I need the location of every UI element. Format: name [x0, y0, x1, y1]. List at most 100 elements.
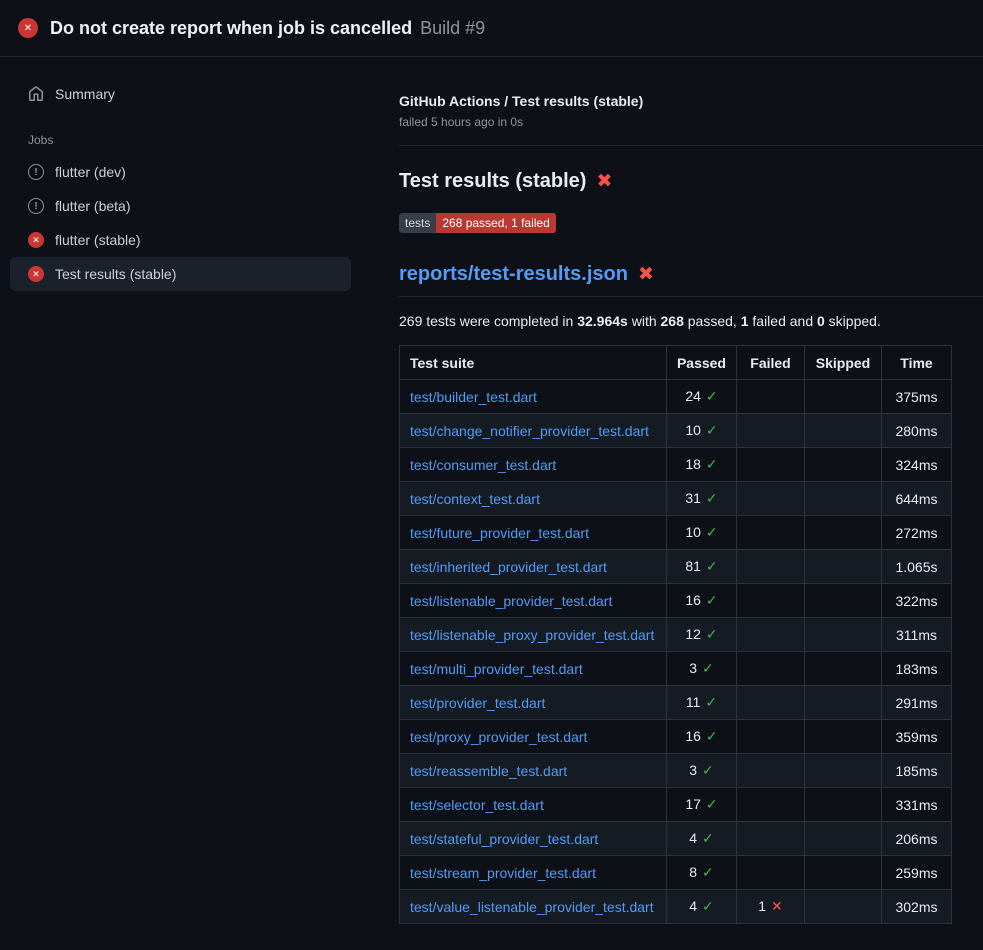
sidebar-item-flutter-dev[interactable]: ! flutter (dev) [10, 155, 351, 189]
section-title-text: Test results (stable) [399, 170, 586, 193]
test-suite-cell: test/future_provider_test.dart [400, 516, 667, 550]
failed-cell [737, 856, 805, 890]
test-suite-link[interactable]: test/change_notifier_provider_test.dart [410, 423, 649, 439]
test-suite-link[interactable]: test/consumer_test.dart [410, 457, 556, 473]
check-icon: ✓ [706, 558, 718, 574]
time-cell: 206ms [882, 822, 952, 856]
test-suite-link[interactable]: test/context_test.dart [410, 491, 540, 507]
failed-cell [737, 754, 805, 788]
report-title: reports/test-results.json ✖ [399, 263, 983, 297]
report-link[interactable]: reports/test-results.json [399, 263, 628, 286]
sidebar-item-label: flutter (dev) [55, 164, 126, 180]
table-row: test/stream_provider_test.dart8✓259ms [400, 856, 952, 890]
passed-cell-value: 17 [685, 796, 701, 812]
passed-cell: 10✓ [666, 516, 736, 550]
divider [399, 145, 983, 146]
column-header-test-suite: Test suite [400, 346, 667, 380]
main-content: GitHub Actions / Test results (stable) f… [399, 57, 983, 924]
table-row: test/proxy_provider_test.dart16✓359ms [400, 720, 952, 754]
failed-cell [737, 414, 805, 448]
check-icon: ✓ [706, 728, 718, 744]
test-suite-cell: test/multi_provider_test.dart [400, 652, 667, 686]
x-icon: ✖ [638, 265, 654, 284]
sidebar: Summary Jobs ! flutter (dev) ! flutter (… [0, 57, 399, 291]
sidebar-item-flutter-stable[interactable]: ✕ flutter (stable) [10, 223, 351, 257]
passed-cell: 11✓ [666, 686, 736, 720]
test-suite-link[interactable]: test/listenable_provider_test.dart [410, 593, 612, 609]
test-suite-link[interactable]: test/stateful_provider_test.dart [410, 831, 598, 847]
test-suite-cell: test/inherited_provider_test.dart [400, 550, 667, 584]
passed-cell: 16 ✓ [666, 720, 736, 754]
passed-cell: 4✓ [666, 822, 736, 856]
test-suite-link[interactable]: test/stream_provider_test.dart [410, 865, 596, 881]
test-suite-cell: test/context_test.dart [400, 482, 667, 516]
sidebar-item-flutter-beta[interactable]: ! flutter (beta) [10, 189, 351, 223]
jobs-heading: Jobs [28, 133, 351, 147]
summary-text: with [628, 313, 661, 329]
column-header-skipped: Skipped [805, 346, 882, 380]
table-header-row: Test suite Passed Failed Skipped Time [400, 346, 952, 380]
summary-text: skipped. [825, 313, 881, 329]
table-row: test/change_notifier_provider_test.dart1… [400, 414, 952, 448]
time-cell: 185ms [882, 754, 952, 788]
failed-cell [737, 822, 805, 856]
passed-cell: 31✓ [666, 482, 736, 516]
check-icon: ✓ [706, 422, 718, 438]
table-row: test/selector_test.dart17✓331ms [400, 788, 952, 822]
test-suite-link[interactable]: test/multi_provider_test.dart [410, 661, 583, 677]
test-suite-link[interactable]: test/listenable_proxy_provider_test.dart [410, 627, 654, 643]
time-cell: 644ms [882, 482, 952, 516]
test-suite-cell: test/change_notifier_provider_test.dart [400, 414, 667, 448]
time-cell: 331ms [882, 788, 952, 822]
passed-cell-value: 4 [689, 898, 697, 914]
run-status-text: failed 5 hours ago in 0s [399, 115, 952, 129]
passed-cell: 8✓ [666, 856, 736, 890]
sidebar-item-summary[interactable]: Summary [10, 77, 351, 111]
check-icon: ✓ [702, 864, 714, 880]
failed-cell [737, 788, 805, 822]
skipped-cell [805, 380, 882, 414]
breadcrumb: GitHub Actions / Test results (stable) [399, 93, 952, 109]
test-suite-link[interactable]: test/inherited_provider_test.dart [410, 559, 607, 575]
failed-cell [737, 550, 805, 584]
passed-total: 268 [661, 313, 684, 329]
failed-cell [737, 686, 805, 720]
skipped-cell [805, 516, 882, 550]
passed-cell-value: 16 [685, 728, 701, 744]
skipped-total: 0 [817, 313, 825, 329]
test-suite-cell: test/stateful_provider_test.dart [400, 822, 667, 856]
test-suite-link[interactable]: test/builder_test.dart [410, 389, 537, 405]
test-suite-link[interactable]: test/provider_test.dart [410, 695, 545, 711]
summary-text: 269 tests were completed in [399, 313, 577, 329]
x-icon: ✖ [596, 172, 612, 191]
skipped-cell [805, 618, 882, 652]
test-suite-cell: test/builder_test.dart [400, 380, 667, 414]
skipped-cell [805, 890, 882, 924]
sidebar-item-test-results-stable[interactable]: ✕ Test results (stable) [10, 257, 351, 291]
passed-cell-value: 81 [685, 558, 701, 574]
test-suite-cell: test/stream_provider_test.dart [400, 856, 667, 890]
test-suite-cell: test/provider_test.dart [400, 686, 667, 720]
passed-cell-value: 8 [689, 864, 697, 880]
time-cell: 322ms [882, 584, 952, 618]
check-icon: ✓ [702, 898, 714, 914]
test-suite-link[interactable]: test/proxy_provider_test.dart [410, 729, 587, 745]
table-row: test/value_listenable_provider_test.dart… [400, 890, 952, 924]
skipped-cell [805, 720, 882, 754]
test-suite-cell: test/listenable_provider_test.dart [400, 584, 667, 618]
check-icon: ✓ [706, 592, 718, 608]
table-row: test/listenable_proxy_provider_test.dart… [400, 618, 952, 652]
time-cell: 291ms [882, 686, 952, 720]
summary-text: failed and [749, 313, 818, 329]
test-suite-link[interactable]: test/reassemble_test.dart [410, 763, 567, 779]
test-suite-link[interactable]: test/value_listenable_provider_test.dart [410, 899, 654, 915]
tests-badge: tests 268 passed, 1 failed [399, 213, 556, 233]
build-number: Build #9 [420, 18, 485, 39]
sidebar-item-label: Test results (stable) [55, 266, 176, 282]
section-title: Test results (stable) ✖ [399, 170, 952, 193]
test-suite-link[interactable]: test/selector_test.dart [410, 797, 544, 813]
passed-cell-value: 11 [686, 694, 701, 710]
check-icon: ✓ [706, 490, 718, 506]
test-suite-cell: test/proxy_provider_test.dart [400, 720, 667, 754]
test-suite-link[interactable]: test/future_provider_test.dart [410, 525, 589, 541]
